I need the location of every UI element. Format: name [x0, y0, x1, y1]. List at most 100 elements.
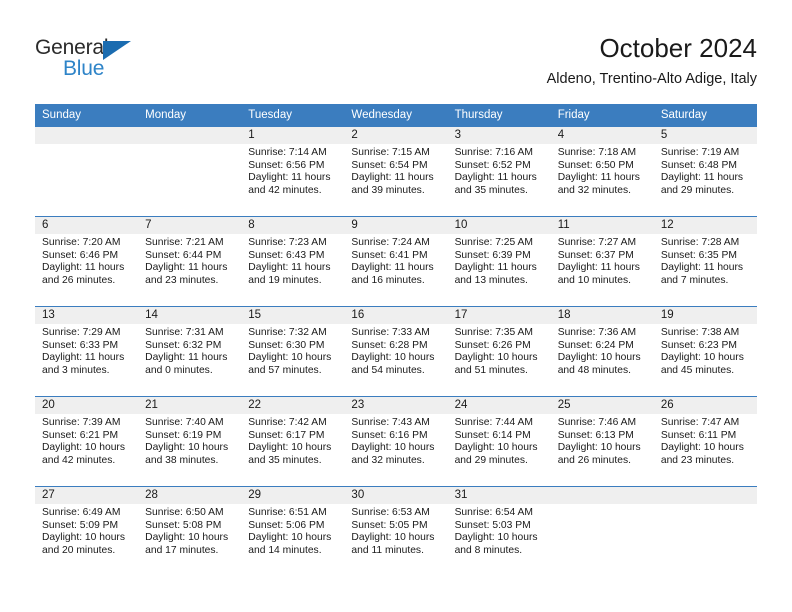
sunrise-text: Sunrise: 7:25 AM: [454, 237, 533, 248]
day-number: 21: [138, 397, 242, 414]
sunrise-text: Sunrise: 7:15 AM: [351, 147, 430, 158]
day-cell[interactable]: 24 Sunrise: 7:44 AM Sunset: 6:14 PM Dayl…: [447, 397, 551, 486]
day-info: Sunrise: 7:42 AM Sunset: 6:17 PM Dayligh…: [241, 414, 344, 467]
daylight-text: Daylight: 11 hours and 32 minutes.: [557, 172, 640, 196]
week-row: 6 Sunrise: 7:20 AM Sunset: 6:46 PM Dayli…: [35, 216, 757, 306]
day-cell[interactable]: [138, 127, 242, 216]
day-number: 17: [447, 307, 551, 324]
page-header: General Blue October 2024 Aldeno, Trenti…: [0, 0, 792, 98]
day-cell[interactable]: 16 Sunrise: 7:33 AM Sunset: 6:28 PM Dayl…: [344, 307, 448, 396]
day-cell[interactable]: 23 Sunrise: 7:43 AM Sunset: 6:16 PM Dayl…: [344, 397, 448, 486]
daylight-text: Daylight: 11 hours and 39 minutes.: [351, 172, 434, 196]
daylight-text: Daylight: 10 hours and 45 minutes.: [660, 352, 744, 376]
weekday-header-row: Sunday Monday Tuesday Wednesday Thursday…: [35, 104, 757, 126]
day-cell[interactable]: 12 Sunrise: 7:28 AM Sunset: 6:35 PM Dayl…: [653, 217, 757, 306]
sunrise-text: Sunrise: 7:16 AM: [454, 147, 533, 158]
sunset-text: Sunset: 6:54 PM: [351, 159, 428, 171]
generalblue-logo[interactable]: General Blue: [35, 36, 165, 82]
day-info: Sunrise: 7:36 AM Sunset: 6:24 PM Dayligh…: [551, 324, 654, 377]
daylight-text: Daylight: 10 hours and 11 minutes.: [351, 532, 435, 556]
day-number: 31: [447, 487, 551, 504]
day-info: Sunrise: 7:28 AM Sunset: 6:35 PM Dayligh…: [654, 234, 757, 287]
daylight-text: Daylight: 10 hours and 26 minutes.: [557, 442, 641, 466]
day-info: Sunrise: 7:33 AM Sunset: 6:28 PM Dayligh…: [344, 324, 447, 377]
day-number: 25: [550, 397, 654, 414]
day-number: 20: [35, 397, 139, 414]
day-cell[interactable]: 18 Sunrise: 7:36 AM Sunset: 6:24 PM Dayl…: [550, 307, 654, 396]
day-info: Sunrise: 6:54 AM Sunset: 5:03 PM Dayligh…: [448, 504, 551, 557]
day-cell[interactable]: 14 Sunrise: 7:31 AM Sunset: 6:32 PM Dayl…: [138, 307, 242, 396]
day-cell[interactable]: 19 Sunrise: 7:38 AM Sunset: 6:23 PM Dayl…: [653, 307, 757, 396]
sunset-text: Sunset: 5:03 PM: [454, 519, 531, 531]
day-cell[interactable]: 5 Sunrise: 7:19 AM Sunset: 6:48 PM Dayli…: [653, 127, 757, 216]
day-cell[interactable]: 1 Sunrise: 7:14 AM Sunset: 6:56 PM Dayli…: [241, 127, 345, 216]
day-cell[interactable]: 30 Sunrise: 6:53 AM Sunset: 5:05 PM Dayl…: [344, 487, 448, 576]
day-info: Sunrise: 7:21 AM Sunset: 6:44 PM Dayligh…: [138, 234, 241, 287]
sunset-text: Sunset: 6:48 PM: [660, 159, 737, 171]
calendar-page: General Blue October 2024 Aldeno, Trenti…: [0, 0, 792, 612]
sunrise-text: Sunrise: 6:51 AM: [248, 507, 327, 518]
sunrise-text: Sunrise: 7:24 AM: [351, 237, 430, 248]
day-cell[interactable]: 17 Sunrise: 7:35 AM Sunset: 6:26 PM Dayl…: [447, 307, 551, 396]
day-number: 11: [550, 217, 654, 234]
day-cell[interactable]: 26 Sunrise: 7:47 AM Sunset: 6:11 PM Dayl…: [653, 397, 757, 486]
day-cell[interactable]: 10 Sunrise: 7:25 AM Sunset: 6:39 PM Dayl…: [447, 217, 551, 306]
sunrise-text: Sunrise: 6:53 AM: [351, 507, 430, 518]
week-row: 20 Sunrise: 7:39 AM Sunset: 6:21 PM Dayl…: [35, 396, 757, 486]
day-info: Sunrise: 7:47 AM Sunset: 6:11 PM Dayligh…: [654, 414, 757, 467]
day-number: 27: [35, 487, 139, 504]
day-cell[interactable]: 13 Sunrise: 7:29 AM Sunset: 6:33 PM Dayl…: [35, 307, 139, 396]
day-info: Sunrise: 7:32 AM Sunset: 6:30 PM Dayligh…: [241, 324, 344, 377]
sunrise-text: Sunrise: 7:36 AM: [557, 327, 637, 338]
day-cell[interactable]: 6 Sunrise: 7:20 AM Sunset: 6:46 PM Dayli…: [35, 217, 139, 306]
day-number: 2: [344, 127, 448, 144]
day-cell[interactable]: [653, 487, 757, 576]
day-number: 24: [447, 397, 551, 414]
day-cell[interactable]: 11 Sunrise: 7:27 AM Sunset: 6:37 PM Dayl…: [550, 217, 654, 306]
sunset-text: Sunset: 6:23 PM: [660, 339, 737, 351]
sunset-text: Sunset: 6:30 PM: [248, 339, 325, 351]
day-info: Sunrise: 6:53 AM Sunset: 5:05 PM Dayligh…: [344, 504, 447, 557]
daylight-text: Daylight: 11 hours and 13 minutes.: [454, 262, 537, 286]
day-cell[interactable]: 29 Sunrise: 6:51 AM Sunset: 5:06 PM Dayl…: [241, 487, 345, 576]
daylight-text: Daylight: 10 hours and 14 minutes.: [248, 532, 332, 556]
daylight-text: Daylight: 11 hours and 0 minutes.: [145, 352, 228, 376]
day-cell[interactable]: 21 Sunrise: 7:40 AM Sunset: 6:19 PM Dayl…: [138, 397, 242, 486]
daylight-text: Daylight: 10 hours and 29 minutes.: [454, 442, 538, 466]
day-cell[interactable]: 20 Sunrise: 7:39 AM Sunset: 6:21 PM Dayl…: [35, 397, 139, 486]
daylight-text: Daylight: 11 hours and 3 minutes.: [42, 352, 125, 376]
day-cell[interactable]: [550, 487, 654, 576]
day-cell[interactable]: 8 Sunrise: 7:23 AM Sunset: 6:43 PM Dayli…: [241, 217, 345, 306]
weekday-header-saturday: Saturday: [660, 109, 707, 121]
calendar-grid: Sunday Monday Tuesday Wednesday Thursday…: [35, 104, 757, 576]
day-cell[interactable]: 4 Sunrise: 7:18 AM Sunset: 6:50 PM Dayli…: [550, 127, 654, 216]
day-cell[interactable]: 7 Sunrise: 7:21 AM Sunset: 6:44 PM Dayli…: [138, 217, 242, 306]
sunset-text: Sunset: 5:08 PM: [145, 519, 222, 531]
sunset-text: Sunset: 6:46 PM: [42, 249, 119, 261]
sunrise-text: Sunrise: 7:32 AM: [248, 327, 327, 338]
triangle-icon: [103, 41, 131, 60]
sunset-text: Sunset: 6:24 PM: [557, 339, 634, 351]
day-number: 28: [138, 487, 242, 504]
sunrise-text: Sunrise: 7:20 AM: [42, 237, 121, 248]
day-cell[interactable]: 27 Sunrise: 6:49 AM Sunset: 5:09 PM Dayl…: [35, 487, 139, 576]
daylight-text: Daylight: 10 hours and 17 minutes.: [145, 532, 229, 556]
day-cell[interactable]: 31 Sunrise: 6:54 AM Sunset: 5:03 PM Dayl…: [447, 487, 551, 576]
day-cell[interactable]: 28 Sunrise: 6:50 AM Sunset: 5:08 PM Dayl…: [138, 487, 242, 576]
sunset-text: Sunset: 6:41 PM: [351, 249, 428, 261]
day-cell[interactable]: 2 Sunrise: 7:15 AM Sunset: 6:54 PM Dayli…: [344, 127, 448, 216]
sunrise-text: Sunrise: 7:40 AM: [145, 417, 224, 428]
day-cell[interactable]: 3 Sunrise: 7:16 AM Sunset: 6:52 PM Dayli…: [447, 127, 551, 216]
day-cell[interactable]: 25 Sunrise: 7:46 AM Sunset: 6:13 PM Dayl…: [550, 397, 654, 486]
day-cell[interactable]: 22 Sunrise: 7:42 AM Sunset: 6:17 PM Dayl…: [241, 397, 345, 486]
day-cell[interactable]: 15 Sunrise: 7:32 AM Sunset: 6:30 PM Dayl…: [241, 307, 345, 396]
day-cell[interactable]: [35, 127, 139, 216]
sunrise-text: Sunrise: 6:49 AM: [42, 507, 121, 518]
day-number: 30: [344, 487, 448, 504]
day-number: 8: [241, 217, 345, 234]
sunrise-text: Sunrise: 7:35 AM: [454, 327, 533, 338]
day-info: Sunrise: 7:38 AM Sunset: 6:23 PM Dayligh…: [654, 324, 757, 377]
daylight-text: Daylight: 11 hours and 7 minutes.: [660, 262, 744, 286]
day-cell[interactable]: 9 Sunrise: 7:24 AM Sunset: 6:41 PM Dayli…: [344, 217, 448, 306]
sunset-text: Sunset: 6:50 PM: [557, 159, 634, 171]
